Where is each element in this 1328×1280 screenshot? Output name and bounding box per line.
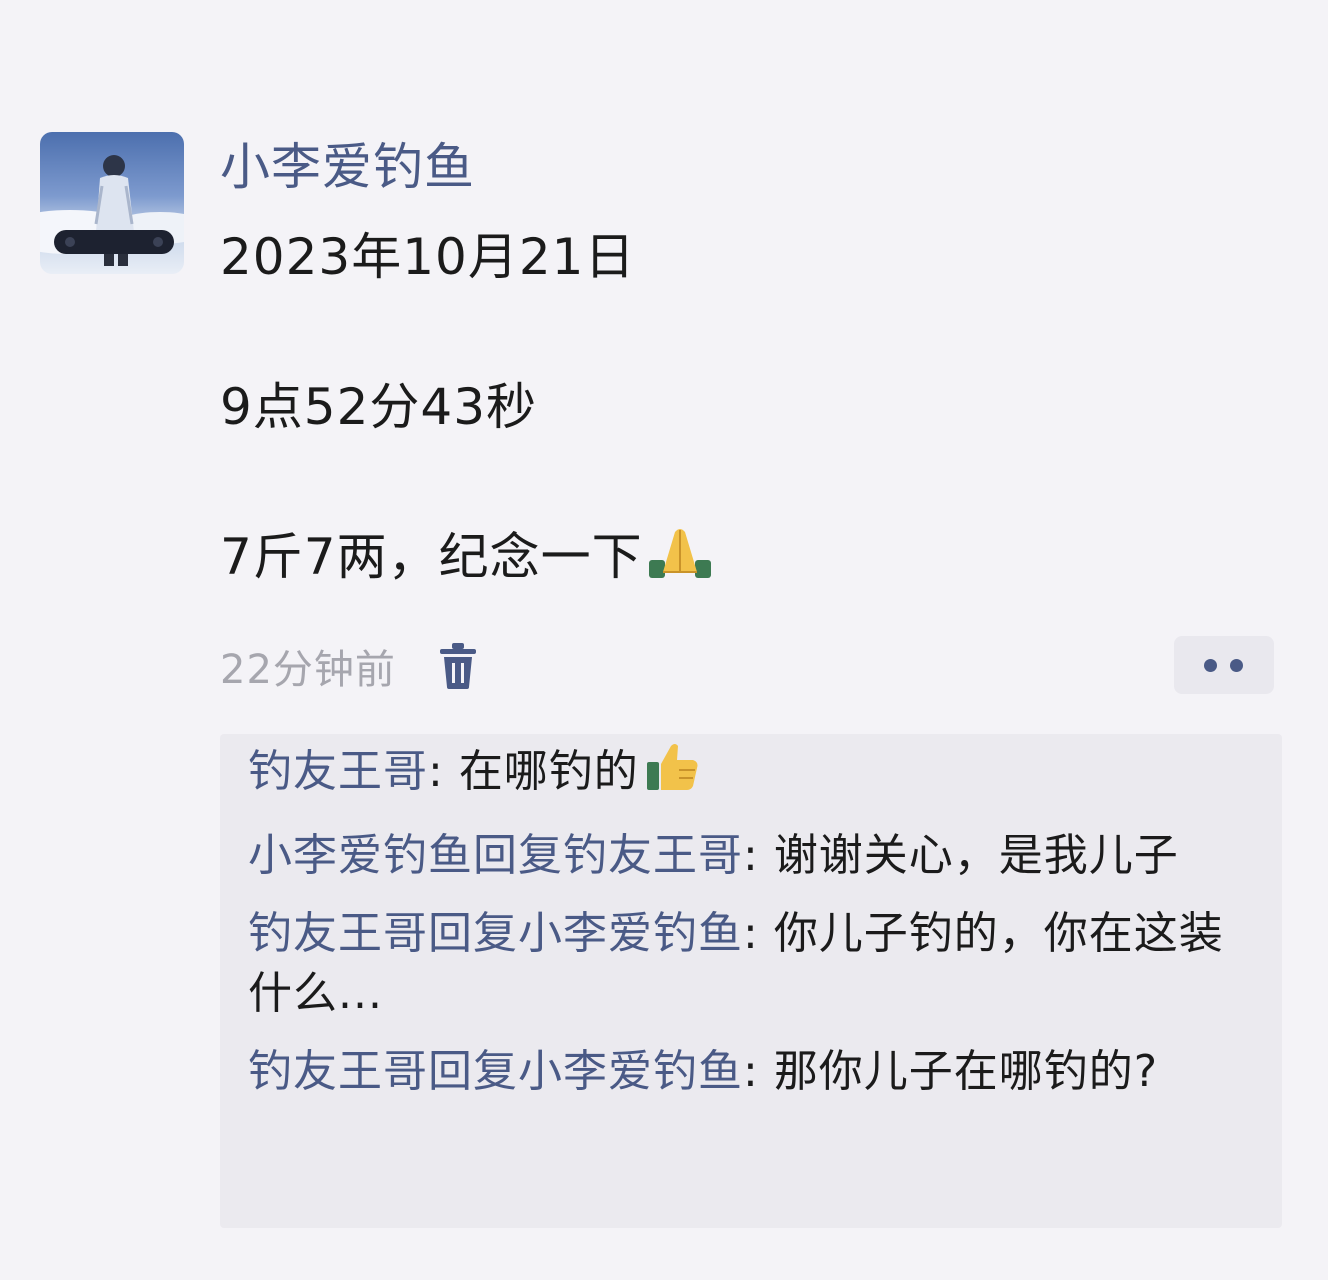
post-weight-text: 7斤7两，纪念一下 <box>220 528 643 586</box>
comment-author[interactable]: 小李爱钓鱼 <box>248 830 473 881</box>
comment-text: 谢谢关心，是我儿子 <box>773 830 1179 881</box>
comment-text: 在哪钓的 <box>458 746 639 797</box>
author-name[interactable]: 小李爱钓鱼 <box>220 136 475 198</box>
thumbs-up-icon <box>645 742 699 808</box>
comment-separator: : <box>428 746 459 797</box>
comment-author[interactable]: 钓友王哥 <box>248 746 428 797</box>
trash-icon[interactable] <box>436 641 480 691</box>
comment-reply-to[interactable]: 小李爱钓鱼 <box>518 1046 743 1097</box>
post-weight-line: 7斤7两，纪念一下 <box>220 522 1220 592</box>
post-meta: 22分钟前 <box>220 636 480 696</box>
reply-label: 回复 <box>428 1046 518 1097</box>
more-dots-icon <box>1204 659 1217 672</box>
comment-reply-to[interactable]: 钓友王哥 <box>563 830 743 881</box>
comment-separator: : <box>743 1046 774 1097</box>
comment-section: 钓友王哥: 在哪钓的 小李爱钓鱼回复钓友王哥: 谢谢关心，是我儿子 钓友王哥回复… <box>220 734 1282 1228</box>
reply-label: 回复 <box>428 908 518 959</box>
post-content: 2023年10月21日 9点52分43秒 7斤7两，纪念一下 <box>220 222 1220 592</box>
praying-hands-icon <box>648 526 711 598</box>
post-date-line: 2023年10月21日 <box>220 228 636 286</box>
comment-separator: : <box>743 908 774 959</box>
comment-item[interactable]: 钓友王哥: 在哪钓的 <box>248 742 1260 808</box>
more-options-button[interactable] <box>1174 636 1274 694</box>
comment-reply-to[interactable]: 小李爱钓鱼 <box>518 908 743 959</box>
comment-author[interactable]: 钓友王哥 <box>248 1046 428 1097</box>
comment-author[interactable]: 钓友王哥 <box>248 908 428 959</box>
comment-text: 那你儿子在哪钓的? <box>773 1046 1159 1097</box>
comment-item[interactable]: 钓友王哥回复小李爱钓鱼: 那你儿子在哪钓的? <box>248 1042 1260 1102</box>
post-time-line: 9点52分43秒 <box>220 378 538 436</box>
more-dots-icon <box>1230 659 1243 672</box>
moment-post: 小李爱钓鱼 2023年10月21日 9点52分43秒 7斤7两，纪念一下 22分… <box>0 0 1328 1280</box>
comment-item[interactable]: 钓友王哥回复小李爱钓鱼: 你儿子钓的，你在这装什么... <box>248 904 1260 1024</box>
avatar-image <box>40 155 184 266</box>
comment-item[interactable]: 小李爱钓鱼回复钓友王哥: 谢谢关心，是我儿子 <box>248 826 1260 886</box>
avatar[interactable] <box>40 132 184 274</box>
post-timestamp: 22分钟前 <box>220 647 396 693</box>
reply-label: 回复 <box>473 830 563 881</box>
comment-separator: : <box>743 830 774 881</box>
